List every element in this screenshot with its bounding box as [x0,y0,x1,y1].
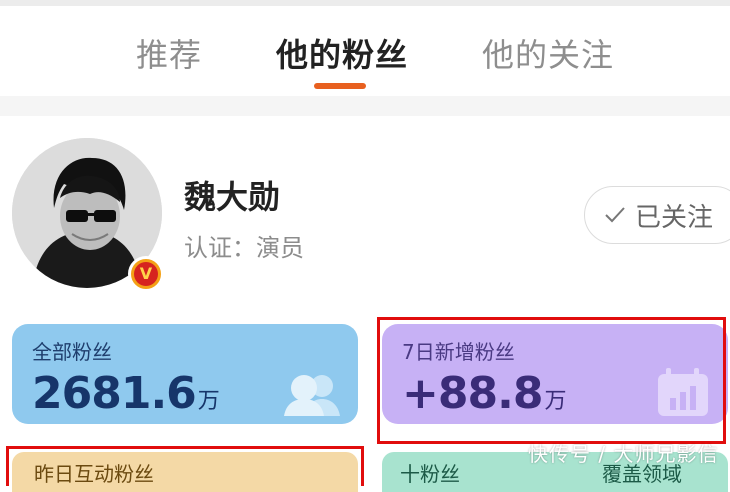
tab-his-following[interactable]: 他的关注 [482,30,614,76]
tab-recommend[interactable]: 推荐 [136,30,202,76]
total-fans-unit: 万 [197,389,220,414]
following-button-label: 已关注 [635,202,714,233]
top-divider [0,0,730,6]
tab-bar: 推荐 他的粉丝 他的关注 [0,10,730,88]
total-fans-label: 全部粉丝 [32,340,112,364]
total-fans-number: 2681.6 [32,368,197,419]
total-fans-value: 2681.6万 [32,368,220,419]
section-separator [0,96,730,116]
tab-his-fans[interactable]: 他的粉丝 [276,30,408,76]
active-tab-indicator [314,83,366,89]
following-button[interactable]: 已关注 [584,186,730,244]
verified-badge-icon: V [128,256,164,292]
highlight-box-new-fans [377,317,726,444]
watermark-text: 快传号 / 大师兄影信 [528,442,719,466]
verified-badge-label: V [134,262,158,286]
fans-type-label: 十粉丝 [400,462,460,486]
fans-group-icon [284,375,340,416]
highlight-box-interactive [6,446,364,486]
total-fans-card[interactable]: 全部粉丝 2681.6万 [12,324,358,424]
profile-name: 魏大勋 [184,178,281,216]
checkmark-icon [605,207,625,223]
verification-text: 认证：演员 [184,234,304,262]
